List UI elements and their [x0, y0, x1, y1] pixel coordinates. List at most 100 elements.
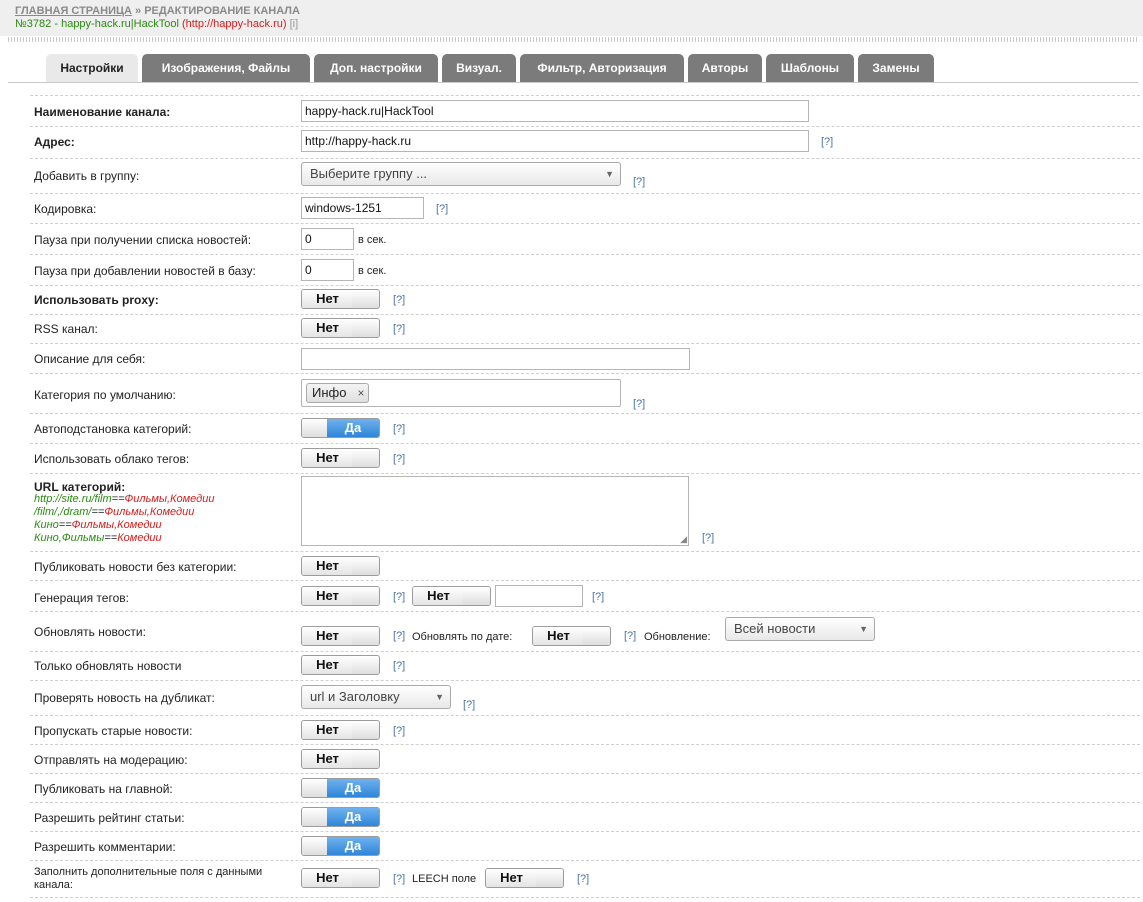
row-publish-main: Публиковать на главной: Да — [30, 774, 1140, 803]
proxy-help-icon[interactable]: [?] — [393, 294, 405, 306]
group-help-icon[interactable]: [?] — [633, 176, 645, 188]
tab-templates[interactable]: Шаблоны — [766, 54, 854, 82]
rss-label: RSS канал: — [34, 322, 98, 336]
row-description: Описание для себя: — [30, 344, 1140, 374]
breadcrumb-current: РЕДАКТИРОВАНИЕ КАНАЛА — [144, 5, 300, 17]
skip-old-toggle-state: Нет — [302, 721, 354, 739]
row-encoding: Кодировка: windows-1251 [?] — [30, 194, 1140, 224]
leech-field-toggle[interactable]: Нет — [485, 868, 564, 888]
row-moderation: Отправлять на модерацию: Нет — [30, 745, 1140, 774]
update-by-date-label: Обновлять по дате: — [412, 631, 513, 643]
update-mode-select[interactable]: Всей новости ▼ — [725, 617, 875, 641]
channel-id: №3782 — [15, 18, 52, 30]
skip-old-toggle[interactable]: Нет — [301, 720, 380, 740]
channel-url[interactable]: http://happy-hack.ru — [186, 18, 283, 30]
tag-generation-toggle-2[interactable]: Нет — [412, 586, 491, 606]
update-news-help-icon[interactable]: [?] — [393, 630, 405, 642]
skip-old-label: Пропускать старые новости: — [34, 724, 193, 738]
tab-settings[interactable]: Настройки — [46, 54, 138, 82]
auto-category-toggle[interactable]: Да — [301, 418, 380, 438]
moderation-label: Отправлять на модерацию: — [34, 753, 188, 767]
publish-main-toggle[interactable]: Да — [301, 778, 380, 798]
moderation-toggle-state: Нет — [302, 750, 354, 768]
leech-field-help-icon[interactable]: [?] — [577, 873, 589, 885]
tag-generation-help-icon-2[interactable]: [?] — [592, 591, 604, 603]
moderation-toggle[interactable]: Нет — [301, 749, 380, 769]
tag-generation-toggle[interactable]: Нет — [301, 586, 380, 606]
tag-cloud-help-icon[interactable]: [?] — [393, 453, 405, 465]
category-chip-label: Инфо — [312, 385, 347, 400]
update-news-toggle-state: Нет — [302, 627, 354, 645]
proxy-toggle[interactable]: Нет — [301, 289, 380, 309]
tag-cloud-toggle[interactable]: Нет — [301, 448, 380, 468]
row-skip-old: Пропускать старые новости: Нет [?] — [30, 716, 1140, 745]
description-input[interactable] — [301, 348, 690, 370]
tab-authors[interactable]: Авторы — [688, 54, 762, 82]
url-categories-textarea[interactable]: ◢ — [301, 476, 689, 546]
tag-generation-help-icon[interactable]: [?] — [393, 591, 405, 603]
publish-no-category-toggle[interactable]: Нет — [301, 556, 380, 576]
header-divider — [8, 37, 1138, 42]
default-category-input[interactable]: Инфо × — [301, 379, 621, 407]
rating-toggle-state: Да — [327, 808, 379, 826]
proxy-toggle-state: Нет — [302, 290, 354, 308]
pause-add-unit: в сек. — [358, 265, 387, 277]
duplicate-check-select-value: url и Заголовку — [310, 689, 400, 704]
tag-cloud-label: Использовать облако тегов: — [34, 452, 190, 466]
default-category-label: Категория по умолчанию: — [34, 388, 176, 402]
group-select[interactable]: Выберите группу ... ▼ — [301, 162, 621, 186]
info-marker[interactable]: [i] — [290, 18, 299, 30]
comments-toggle[interactable]: Да — [301, 836, 380, 856]
encoding-input[interactable]: windows-1251 — [301, 197, 424, 219]
duplicate-check-select[interactable]: url и Заголовку ▼ — [301, 685, 451, 709]
channel-name-input[interactable]: happy-hack.ru|HackTool — [301, 100, 809, 122]
update-news-toggle[interactable]: Нет — [301, 626, 380, 646]
rating-label: Разрешить рейтинг статьи: — [34, 811, 185, 825]
rating-toggle[interactable]: Да — [301, 807, 380, 827]
chevron-down-icon: ▼ — [435, 692, 444, 702]
extra-fields-toggle[interactable]: Нет — [301, 868, 380, 888]
row-default-category: Категория по умолчанию: Инфо × [?] — [30, 374, 1140, 414]
encoding-label: Кодировка: — [34, 202, 97, 216]
close-icon[interactable]: × — [357, 384, 364, 402]
url-categories-example: /film/,/dram/==Фильмы,Комедии — [34, 506, 195, 518]
tab-filter-auth[interactable]: Фильтр, Авторизация — [520, 54, 684, 82]
tab-replacements[interactable]: Замены — [858, 54, 934, 82]
rss-toggle[interactable]: Нет — [301, 318, 380, 338]
leech-field-toggle-state: Нет — [486, 869, 538, 887]
only-update-toggle[interactable]: Нет — [301, 655, 380, 675]
address-help-icon[interactable]: [?] — [821, 136, 833, 148]
row-url-categories: URL категорий: http://site.ru/film==Филь… — [30, 474, 1140, 552]
auto-category-help-icon[interactable]: [?] — [393, 423, 405, 435]
row-update-news: Обновлять новости: Нет [?] Обновлять по … — [30, 612, 1140, 652]
address-input[interactable]: http://happy-hack.ru — [301, 130, 809, 152]
update-news-label: Обновлять новости: — [34, 625, 146, 639]
extra-fields-toggle-state: Нет — [302, 869, 354, 887]
tab-visual[interactable]: Визуал. — [442, 54, 516, 82]
breadcrumb: ГЛАВНАЯ СТРАНИЦА » РЕДАКТИРОВАНИЕ КАНАЛА — [15, 5, 300, 17]
tab-images-files[interactable]: Изображения, Файлы — [142, 54, 310, 82]
skip-old-help-icon[interactable]: [?] — [393, 725, 405, 737]
update-by-date-help-icon[interactable]: [?] — [624, 630, 636, 642]
row-duplicate-check: Проверять новость на дубликат: url и Заг… — [30, 681, 1140, 716]
breadcrumb-home-link[interactable]: ГЛАВНАЯ СТРАНИЦА — [15, 5, 132, 17]
channel-name-label: Наименование канала: — [34, 105, 171, 119]
tag-generation-input[interactable] — [495, 585, 583, 607]
pause-list-input[interactable]: 0 — [301, 228, 354, 250]
encoding-help-icon[interactable]: [?] — [436, 203, 448, 215]
only-update-help-icon[interactable]: [?] — [393, 660, 405, 672]
chevron-down-icon: ▼ — [605, 169, 614, 179]
pause-add-input[interactable]: 0 — [301, 259, 354, 281]
url-categories-help-icon[interactable]: [?] — [702, 532, 714, 544]
duplicate-check-label: Проверять новость на дубликат: — [34, 691, 215, 705]
extra-fields-help-icon[interactable]: [?] — [393, 873, 405, 885]
default-category-help-icon[interactable]: [?] — [633, 398, 645, 410]
tab-extra-settings[interactable]: Доп. настройки — [314, 54, 438, 82]
row-tag-generation: Генерация тегов: Нет [?] Нет [?] — [30, 581, 1140, 612]
comments-label: Разрешить комментарии: — [34, 840, 176, 854]
rss-help-icon[interactable]: [?] — [393, 323, 405, 335]
duplicate-check-help-icon[interactable]: [?] — [463, 699, 475, 711]
update-by-date-toggle[interactable]: Нет — [532, 626, 611, 646]
url-categories-label: URL категорий: — [34, 480, 126, 494]
resize-grip-icon[interactable]: ◢ — [680, 535, 687, 544]
